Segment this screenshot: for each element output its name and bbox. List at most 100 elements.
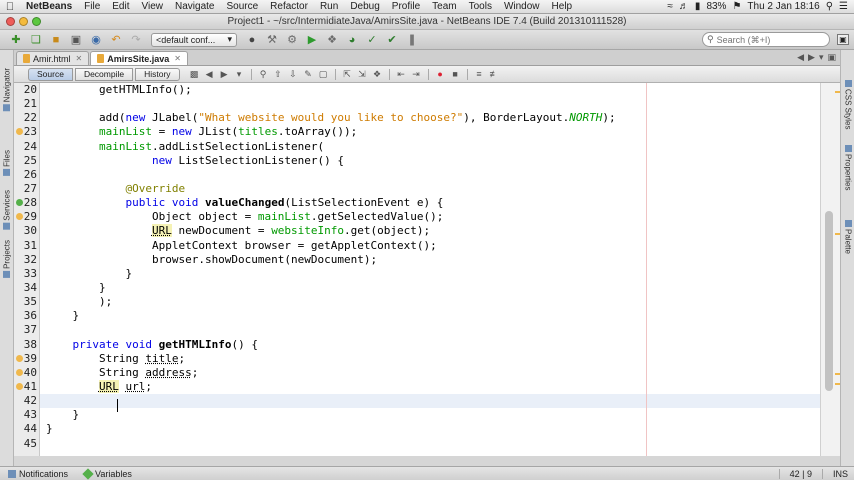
pause-icon[interactable]: ❚ xyxy=(404,33,420,47)
menu-help[interactable]: Help xyxy=(546,1,579,12)
forward-icon[interactable]: ▶ xyxy=(218,68,231,80)
find-previous-icon[interactable]: ⇧ xyxy=(272,68,285,80)
profile-icon[interactable]: ◕ xyxy=(344,33,360,47)
search-input[interactable] xyxy=(716,34,817,45)
decompile-button[interactable]: Decompile xyxy=(74,67,134,81)
battery-icon[interactable]: ▮ xyxy=(695,1,701,12)
warning-icon[interactable] xyxy=(16,128,23,136)
last-edit-icon[interactable]: ▩ xyxy=(188,68,201,80)
tab-amirssite-java[interactable]: AmirsSite.java ✕ xyxy=(90,51,188,65)
warning-icon[interactable] xyxy=(16,368,23,376)
menu-navigate[interactable]: Navigate xyxy=(169,1,220,12)
shift-right-icon[interactable]: ⇥ xyxy=(410,68,423,80)
warning-marker[interactable] xyxy=(835,373,840,375)
redo-icon[interactable]: ↷ xyxy=(128,33,144,47)
history-dropdown-icon[interactable]: ▾ xyxy=(233,68,246,80)
history-button[interactable]: History xyxy=(135,67,180,81)
globe-icon[interactable]: ◉ xyxy=(88,33,104,47)
apply-changes-icon[interactable]: ✓ xyxy=(364,33,380,47)
notifications-tab[interactable]: Notifications xyxy=(0,469,76,479)
close-window-button[interactable] xyxy=(6,17,15,26)
line-number: 43 xyxy=(23,408,37,422)
find-next-icon[interactable]: ⇩ xyxy=(287,68,300,80)
tab-amir-html[interactable]: Amir.html ✕ xyxy=(16,51,90,65)
configuration-select[interactable]: <default conf... ▾ xyxy=(151,32,237,47)
menu-view[interactable]: View xyxy=(136,1,170,12)
volume-icon[interactable]: ♬ xyxy=(679,1,689,12)
open-project-icon[interactable]: ■ xyxy=(48,33,64,47)
menu-debug[interactable]: Debug xyxy=(344,1,385,12)
shift-left-icon[interactable]: ⇤ xyxy=(395,68,408,80)
warning-marker[interactable] xyxy=(835,233,840,235)
build-icon[interactable]: ⚒ xyxy=(264,33,280,47)
warning-marker[interactable] xyxy=(835,91,840,93)
chevron-left-icon[interactable]: ◀ xyxy=(797,52,804,63)
notification-center-icon[interactable]: ☰ xyxy=(839,1,848,12)
zoom-window-button[interactable] xyxy=(32,17,41,26)
uncomment-icon[interactable]: ≢ xyxy=(488,68,501,80)
close-icon[interactable]: ✕ xyxy=(76,54,83,63)
apple-icon[interactable]:  xyxy=(0,1,20,13)
menu-run[interactable]: Run xyxy=(314,1,344,12)
menu-profile[interactable]: Profile xyxy=(386,1,426,12)
line-number: 27 xyxy=(23,181,37,195)
browser-icon[interactable]: ● xyxy=(244,33,260,47)
search-box[interactable]: ⚲ xyxy=(702,32,830,47)
close-icon[interactable]: ✕ xyxy=(174,54,181,63)
variables-tab[interactable]: Variables xyxy=(76,467,140,480)
warning-icon[interactable] xyxy=(16,354,23,362)
stop-macro-icon[interactable]: ■ xyxy=(449,68,462,80)
start-macro-icon[interactable]: ● xyxy=(434,68,447,80)
save-all-icon[interactable]: ▣ xyxy=(68,33,84,47)
clock[interactable]: Thu 2 Jan 18:16 xyxy=(747,1,819,12)
caret-position[interactable]: 42 | 9 xyxy=(778,468,823,479)
clean-build-icon[interactable]: ⚙ xyxy=(284,33,300,47)
line-number-gutter: 20 21 22 23 24 25 26 27 28 29 30 31 32 3… xyxy=(14,83,40,456)
properties-panel-tab[interactable]: Properties xyxy=(842,145,854,190)
files-panel-tab[interactable]: Files xyxy=(1,150,13,176)
menu-file[interactable]: File xyxy=(78,1,106,12)
wifi-icon[interactable]: ≈ xyxy=(667,1,673,12)
toggle-bookmark-icon[interactable]: ❖ xyxy=(371,68,384,80)
menu-source[interactable]: Source xyxy=(220,1,264,12)
undo-icon[interactable]: ↶ xyxy=(108,33,124,47)
override-icon[interactable] xyxy=(16,199,23,207)
new-file-icon[interactable]: ❏ xyxy=(28,33,44,47)
next-bookmark-icon[interactable]: ⇲ xyxy=(356,68,369,80)
menu-edit[interactable]: Edit xyxy=(106,1,135,12)
css-styles-panel-tab[interactable]: CSS Styles xyxy=(842,80,854,129)
run-icon[interactable]: ▶ xyxy=(304,33,320,47)
navigator-panel-tab[interactable]: Navigator xyxy=(1,68,13,112)
code-editor[interactable]: getHTMLInfo(); add(new JLabel("What webs… xyxy=(40,83,820,456)
warning-marker[interactable] xyxy=(835,383,840,385)
menu-team[interactable]: Team xyxy=(426,1,462,12)
back-icon[interactable]: ◀ xyxy=(203,68,216,80)
comment-icon[interactable]: ≡ xyxy=(473,68,486,80)
menu-refactor[interactable]: Refactor xyxy=(264,1,314,12)
warning-icon[interactable] xyxy=(16,213,23,221)
projects-panel-tab[interactable]: Projects xyxy=(1,240,13,278)
menu-app[interactable]: NetBeans xyxy=(20,1,78,12)
scrollbar-thumb[interactable] xyxy=(825,211,833,391)
warning-icon[interactable] xyxy=(16,382,23,390)
spotlight-icon[interactable]: ⚲ xyxy=(826,1,833,12)
tab-list-icon[interactable]: ▾ xyxy=(819,52,824,63)
find-icon[interactable]: ⚲ xyxy=(257,68,270,80)
flag-icon[interactable]: ⚑ xyxy=(732,1,741,12)
rect-select-icon[interactable]: ▢ xyxy=(317,68,330,80)
chevron-right-icon[interactable]: ▶ xyxy=(808,52,815,63)
palette-panel-tab[interactable]: Palette xyxy=(842,220,854,254)
services-panel-tab[interactable]: Services xyxy=(1,190,13,230)
toggle-highlight-icon[interactable]: ✎ xyxy=(302,68,315,80)
new-project-icon[interactable]: ✚ xyxy=(8,33,24,47)
menu-tools[interactable]: Tools xyxy=(463,1,498,12)
editor-scrollbar[interactable] xyxy=(820,83,840,456)
previous-bookmark-icon[interactable]: ⇱ xyxy=(341,68,354,80)
debug-icon[interactable]: ❖ xyxy=(324,33,340,47)
check-icon[interactable]: ✔ xyxy=(384,33,400,47)
source-button[interactable]: Source xyxy=(28,67,73,81)
restore-window-icon[interactable]: ▣ xyxy=(837,34,849,45)
menu-window[interactable]: Window xyxy=(498,1,546,12)
maximize-icon[interactable]: ▣ xyxy=(827,52,836,63)
minimize-window-button[interactable] xyxy=(19,17,28,26)
